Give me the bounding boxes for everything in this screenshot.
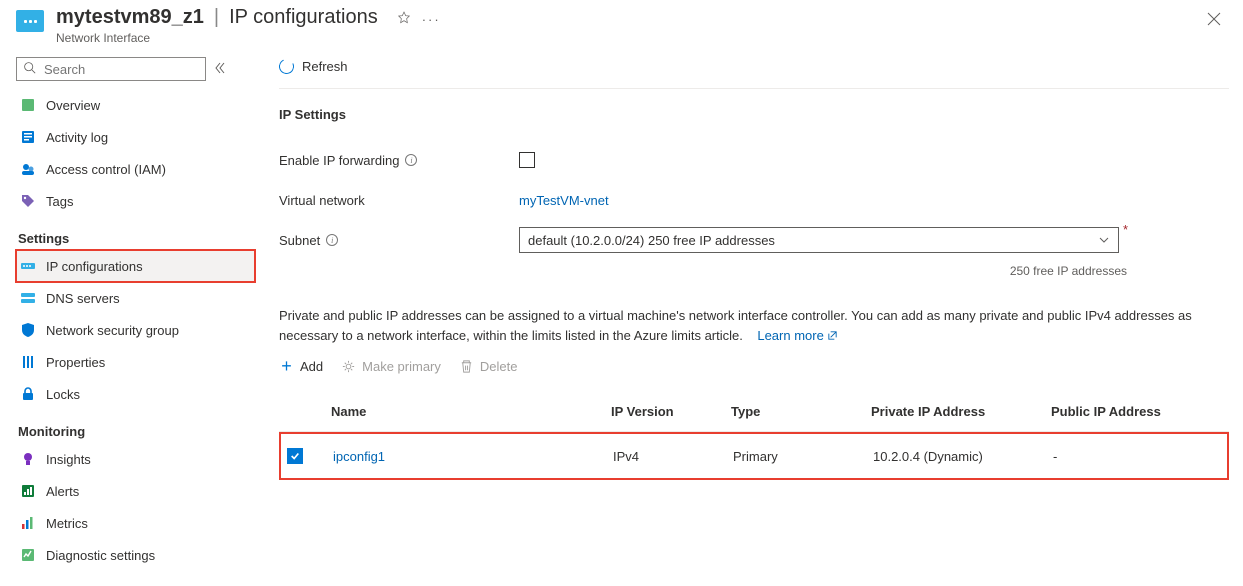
sidebar-item-label: IP configurations: [46, 259, 143, 274]
sidebar-item-label: Metrics: [46, 516, 88, 531]
learn-more-link[interactable]: Learn more: [757, 328, 837, 343]
sidebar-item-properties[interactable]: Properties: [16, 346, 255, 378]
subnet-dropdown[interactable]: default (10.2.0.0/24) 250 free IP addres…: [519, 227, 1119, 253]
col-ip-version: IP Version: [609, 404, 729, 419]
sidebar-item-nsg[interactable]: Network security group: [16, 314, 255, 346]
required-indicator: *: [1123, 220, 1128, 237]
sidebar-item-metrics[interactable]: Metrics: [16, 507, 255, 539]
more-actions-icon[interactable]: ···: [422, 12, 441, 27]
sidebar-group-title: Monitoring: [18, 424, 255, 439]
chevron-down-icon: [1098, 234, 1110, 246]
refresh-icon: [277, 57, 296, 76]
sidebar-search[interactable]: [16, 57, 206, 81]
trash-icon: [459, 359, 474, 374]
refresh-button[interactable]: Refresh: [279, 59, 348, 74]
add-button[interactable]: + Add: [279, 359, 323, 374]
metrics-icon: [20, 515, 36, 531]
sidebar-item-label: Activity log: [46, 130, 108, 145]
table-row[interactable]: ipconfig1 IPv4 Primary 10.2.0.4 (Dynamic…: [281, 436, 1227, 476]
close-button[interactable]: [1201, 6, 1227, 35]
delete-button: Delete: [459, 359, 518, 374]
locks-icon: [20, 386, 36, 402]
properties-icon: [20, 354, 36, 370]
sidebar-item-insights[interactable]: Insights: [16, 443, 255, 475]
iam-icon: [20, 161, 36, 177]
activitylog-icon: [20, 129, 36, 145]
sidebar-item-overview[interactable]: Overview: [16, 89, 255, 121]
sidebar-item-dns[interactable]: DNS servers: [16, 282, 255, 314]
description-text: Private and public IP addresses can be a…: [279, 308, 1192, 343]
resource-type-label: Network Interface: [56, 31, 441, 45]
row-checkbox[interactable]: [287, 448, 303, 464]
gear-icon: [341, 359, 356, 374]
sidebar-item-iam[interactable]: Access control (IAM): [16, 153, 255, 185]
virtual-network-link[interactable]: myTestVM-vnet: [519, 193, 609, 208]
resource-name: mytestvm89_z1: [56, 6, 204, 29]
virtual-network-label: Virtual network: [279, 193, 365, 208]
alerts-icon: [20, 483, 36, 499]
col-private-ip: Private IP Address: [869, 404, 1049, 419]
sidebar-item-label: DNS servers: [46, 291, 120, 306]
enable-ip-forwarding-label: Enable IP forwarding: [279, 153, 399, 168]
sidebar-item-label: Diagnostic settings: [46, 548, 155, 563]
sidebar-item-alerts[interactable]: Alerts: [16, 475, 255, 507]
sidebar-item-ipconfig[interactable]: IP configurations: [16, 250, 255, 282]
sidebar-item-label: Network security group: [46, 323, 179, 338]
sidebar-group-title: Settings: [18, 231, 255, 246]
tags-icon: [20, 193, 36, 209]
row-public-ip: -: [1051, 449, 1211, 464]
subnet-selected-value: default (10.2.0.0/24) 250 free IP addres…: [528, 233, 775, 248]
nsg-icon: [20, 322, 36, 338]
sidebar-item-label: Properties: [46, 355, 105, 370]
sidebar-item-diag[interactable]: Diagnostic settings: [16, 539, 255, 571]
sidebar-item-locks[interactable]: Locks: [16, 378, 255, 410]
info-icon[interactable]: i: [405, 154, 417, 166]
insights-icon: [20, 451, 36, 467]
plus-icon: +: [279, 359, 294, 374]
sidebar-item-label: Insights: [46, 452, 91, 467]
row-private-ip: 10.2.0.4 (Dynamic): [871, 449, 1051, 464]
row-ip-version: IPv4: [611, 449, 731, 464]
ipconfig-icon: [20, 258, 36, 274]
sidebar-item-label: Locks: [46, 387, 80, 402]
col-type: Type: [729, 404, 869, 419]
col-public-ip: Public IP Address: [1049, 404, 1209, 419]
sidebar-item-label: Tags: [46, 194, 73, 209]
favorite-star-icon[interactable]: [396, 10, 412, 29]
dns-icon: [20, 290, 36, 306]
sidebar-item-label: Overview: [46, 98, 100, 113]
diag-icon: [20, 547, 36, 563]
col-name: Name: [329, 404, 609, 419]
collapse-sidebar-button[interactable]: [214, 62, 226, 77]
overview-icon: [20, 97, 36, 113]
row-type: Primary: [731, 449, 871, 464]
info-icon[interactable]: i: [326, 234, 338, 246]
enable-ip-forwarding-checkbox[interactable]: [519, 152, 535, 168]
ip-settings-heading: IP Settings: [279, 107, 1229, 122]
search-icon: [23, 61, 36, 77]
refresh-label: Refresh: [302, 59, 348, 74]
sidebar-search-input[interactable]: [42, 61, 222, 78]
table-header: Name IP Version Type Private IP Address …: [279, 392, 1229, 432]
subnet-free-addresses-hint: 250 free IP addresses: [279, 264, 1127, 278]
page-title: IP configurations: [229, 6, 378, 29]
row-name-link[interactable]: ipconfig1: [331, 449, 611, 464]
title-separator: |: [214, 6, 219, 29]
sidebar-item-tags[interactable]: Tags: [16, 185, 255, 217]
make-primary-button: Make primary: [341, 359, 441, 374]
resource-type-icon: [16, 10, 44, 32]
sidebar-item-activitylog[interactable]: Activity log: [16, 121, 255, 153]
sidebar-item-label: Alerts: [46, 484, 79, 499]
subnet-label: Subnet: [279, 233, 320, 248]
sidebar-item-label: Access control (IAM): [46, 162, 166, 177]
